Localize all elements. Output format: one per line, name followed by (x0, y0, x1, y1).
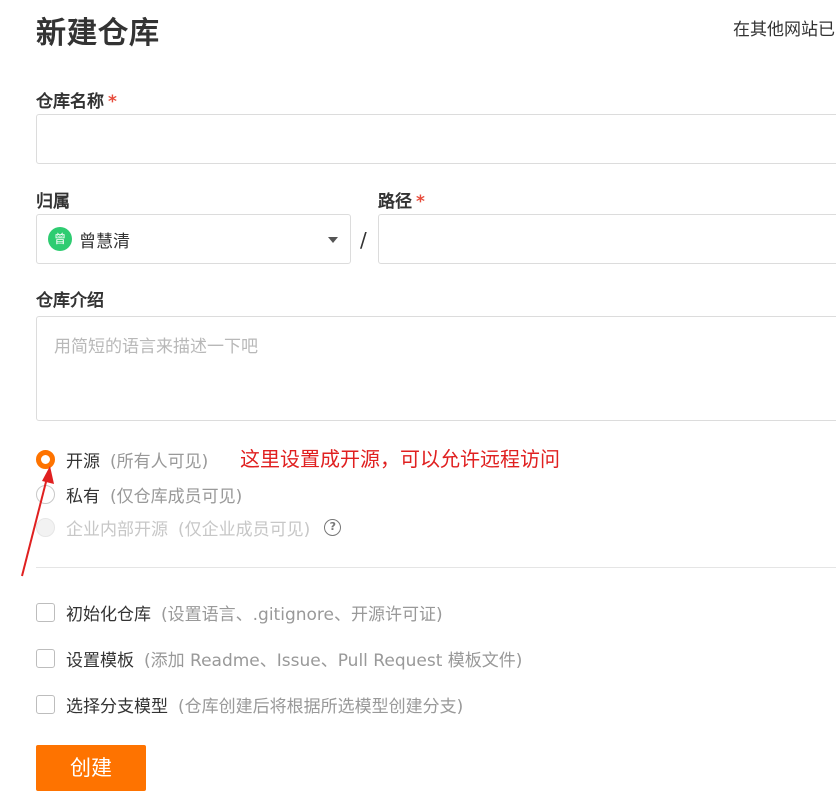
checkbox-set-template[interactable] (36, 649, 55, 668)
owner-selected-value: 曾慧清 (79, 232, 130, 252)
owner-label: 归属 (36, 192, 70, 212)
repo-name-input[interactable] (36, 114, 836, 164)
import-from-other-site-link[interactable]: 在其他网站已 (733, 15, 835, 40)
annotation-text: 这里设置成开源，可以允许远程访问 (240, 447, 560, 471)
description-textarea[interactable]: 用简短的语言来描述一下吧 (36, 316, 836, 421)
checkbox-init-repo[interactable] (36, 603, 55, 622)
init-repo-label: 初始化仓库 (66, 605, 151, 625)
repo-name-label-text: 仓库名称 (36, 92, 104, 112)
path-label: 路径 * (378, 187, 425, 212)
path-input[interactable] (378, 214, 836, 264)
visibility-private-label: 私有 (66, 487, 100, 507)
init-repo-hint: (设置语言、.gitignore、开源许可证) (161, 605, 443, 625)
caret-down-icon (328, 237, 338, 243)
set-template-hint: (添加 Readme、Issue、Pull Request 模板文件) (144, 651, 523, 671)
checkbox-branch-model[interactable] (36, 695, 55, 714)
visibility-public-hint: (所有人可见) (110, 452, 209, 472)
page-title: 新建仓库 (36, 16, 160, 51)
option-set-template[interactable]: 设置模板 (添加 Readme、Issue、Pull Request 模板文件) (36, 646, 522, 671)
visibility-enterprise-label: 企业内部开源 (66, 520, 168, 540)
option-branch-model[interactable]: 选择分支模型 (仓库创建后将根据所选模型创建分支) (36, 692, 463, 717)
set-template-label: 设置模板 (66, 651, 134, 671)
visibility-public-label: 开源 (66, 452, 100, 472)
path-separator: / (360, 228, 367, 252)
help-icon[interactable]: ? (324, 519, 342, 536)
annotation-arrow-icon (21, 466, 54, 577)
required-mark: * (108, 92, 117, 112)
visibility-option-private[interactable]: 私有 (仅仓库成员可见) (36, 482, 242, 507)
repo-name-label: 仓库名称 * (36, 87, 117, 112)
description-placeholder: 用简短的语言来描述一下吧 (54, 337, 258, 357)
visibility-enterprise-hint: (仅企业成员可见) (178, 520, 311, 540)
option-init-repo[interactable]: 初始化仓库 (设置语言、.gitignore、开源许可证) (36, 600, 443, 625)
divider (36, 567, 836, 568)
branch-model-label: 选择分支模型 (66, 697, 168, 717)
visibility-private-hint: (仅仓库成员可见) (110, 487, 243, 507)
description-label: 仓库介绍 (36, 291, 104, 311)
path-label-text: 路径 (378, 192, 412, 212)
avatar: 曾 (48, 227, 72, 251)
owner-select[interactable]: 曾 曾慧清 (36, 214, 351, 264)
branch-model-hint: (仓库创建后将根据所选模型创建分支) (178, 697, 464, 717)
create-button[interactable]: 创建 (36, 745, 146, 791)
visibility-option-enterprise: 企业内部开源 (仅企业成员可见) ? (36, 515, 342, 540)
required-mark: * (416, 192, 425, 212)
